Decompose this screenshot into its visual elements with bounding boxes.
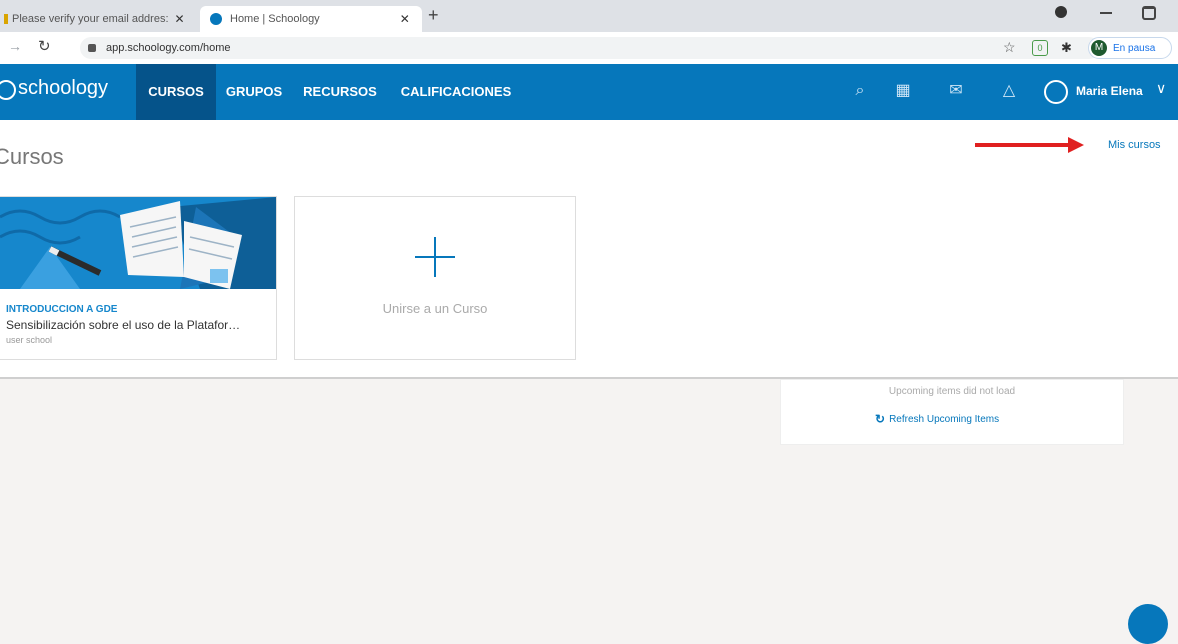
browser-tab-schoology-home[interactable]: Home | Schoology ✕ <box>200 6 422 32</box>
refresh-upcoming-label: Refresh Upcoming Items <box>889 413 1000 425</box>
red-arrow-annotation <box>975 143 1070 147</box>
browser-tab-verify-email[interactable]: Please verify your email addres: ✕ <box>0 6 199 32</box>
nav-recursos[interactable]: RECURSOS <box>294 64 386 120</box>
page-title: Cursos <box>0 144 64 169</box>
reload-icon[interactable]: ↻ <box>38 37 51 55</box>
upcoming-panel: Upcoming items did not load ↻ Refresh Up… <box>780 379 1124 445</box>
profile-chip[interactable]: M En pausa <box>1088 37 1172 59</box>
join-course-label: Unirse a un Curso <box>382 301 488 316</box>
calendar-icon[interactable]: ▦ <box>890 78 916 104</box>
notifications-icon[interactable]: △ <box>996 78 1022 104</box>
search-icon[interactable]: ⌕ <box>847 78 873 104</box>
refresh-icon: ↻ <box>875 412 886 426</box>
tab-close-icon[interactable]: ✕ <box>175 12 185 26</box>
nav-grupos[interactable]: GRUPOS <box>218 64 290 120</box>
address-bar[interactable]: app.schoology.com/home <box>80 37 1100 59</box>
mis-cursos-link[interactable]: Mis cursos <box>1108 139 1161 151</box>
tab-title: Home | Schoology <box>230 13 320 25</box>
course-card-image <box>0 197 276 289</box>
course-card[interactable]: INTRODUCCION A GDE Sensibilización sobre… <box>0 196 277 360</box>
refresh-upcoming-button[interactable]: ↻ Refresh Upcoming Items <box>875 412 999 426</box>
schoology-logo-text[interactable]: schoology <box>18 77 108 100</box>
profile-avatar: M <box>1091 40 1107 56</box>
puzzle-extensions-icon[interactable]: ✱ <box>1061 40 1072 56</box>
tab-favicon-icon <box>4 14 8 24</box>
user-name[interactable]: Maria Elena <box>1076 84 1143 98</box>
lock-icon <box>88 44 96 52</box>
red-arrow-head-icon <box>1068 137 1084 153</box>
user-avatar[interactable] <box>1044 80 1068 104</box>
nav-calificaciones[interactable]: CALIFICACIONES <box>394 64 518 120</box>
join-course-card[interactable]: Unirse a un Curso <box>294 196 576 360</box>
upcoming-error-message: Upcoming items did not load <box>888 386 1016 397</box>
open-book-illustration-icon <box>0 197 276 289</box>
extension-icon[interactable]: 0 <box>1032 40 1048 56</box>
course-school: user school <box>6 335 53 345</box>
help-chat-button[interactable] <box>1128 604 1168 644</box>
course-name: Sensibilización sobre el uso de la Plata… <box>6 318 241 332</box>
new-tab-button[interactable]: + <box>428 5 439 26</box>
schoology-favicon-icon <box>210 13 222 25</box>
extension-dot-icon[interactable] <box>1055 6 1067 18</box>
course-code: INTRODUCCION A GDE <box>6 304 118 315</box>
url-text: app.schoology.com/home <box>106 42 231 54</box>
plus-icon <box>415 237 455 277</box>
user-menu-chevron-down-icon[interactable]: ∨ <box>1156 80 1166 97</box>
profile-status: En pausa <box>1113 42 1156 54</box>
nav-cursos[interactable]: CURSOS <box>136 64 216 120</box>
tab-close-icon[interactable]: ✕ <box>400 12 410 26</box>
browser-tab-bar: Please verify your email addres: ✕ Home … <box>0 0 1178 32</box>
minimize-icon[interactable] <box>1100 12 1112 14</box>
restore-icon[interactable] <box>1142 6 1156 20</box>
tab-title: Please verify your email addres: <box>12 13 169 25</box>
forward-icon[interactable]: → <box>8 38 22 54</box>
star-bookmark-icon[interactable]: ☆ <box>1003 39 1016 56</box>
mail-icon[interactable]: ✉ <box>943 78 969 104</box>
